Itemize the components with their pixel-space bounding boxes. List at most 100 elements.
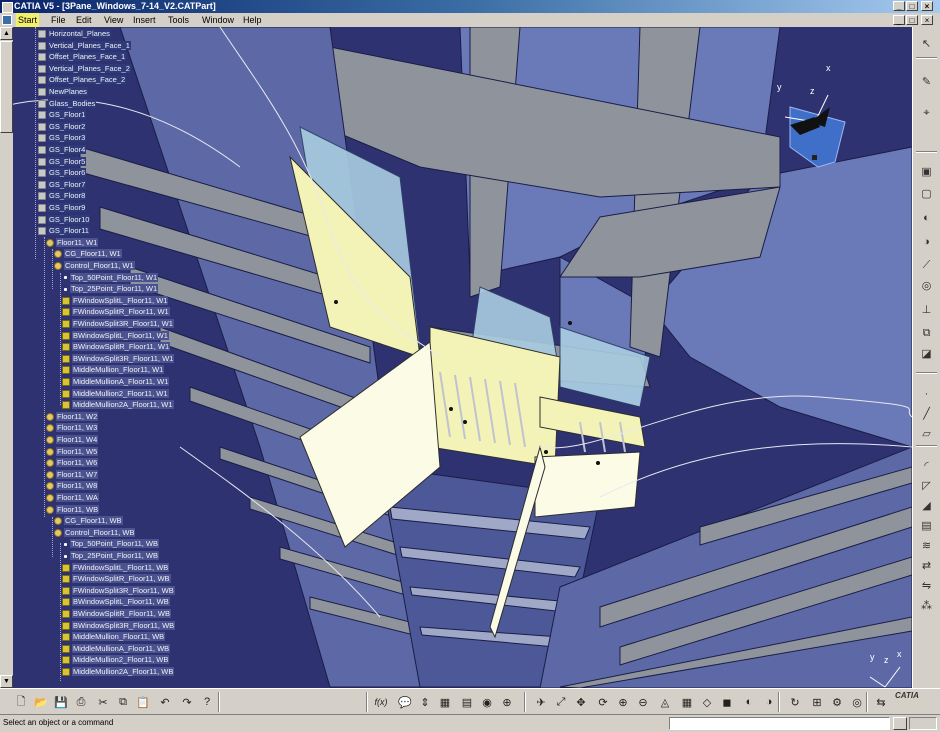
tree-node[interactable]: Floor11, W5 [46, 446, 99, 457]
mirror-icon[interactable]: ⇋ [918, 577, 935, 594]
shaft-icon[interactable]: ◐ [918, 209, 935, 226]
doc-restore-button[interactable]: □ [906, 15, 918, 25]
tree-node[interactable]: Floor11, WA [46, 492, 99, 503]
tree-node[interactable]: GS_Floor6 [38, 167, 87, 178]
scroll-down-icon[interactable]: ▼ [0, 675, 13, 688]
update-icon[interactable]: ↻ [786, 693, 804, 711]
tree-node[interactable]: BWindowSplitL_Floor11, W1 [62, 330, 169, 341]
chamfer-icon[interactable]: ◸ [918, 477, 935, 494]
tree-node[interactable]: Floor11, W4 [46, 434, 99, 445]
menu-view[interactable]: View [102, 13, 125, 27]
cut-icon[interactable]: ✂ [94, 693, 112, 711]
tree-node[interactable]: GS_Floor7 [38, 179, 87, 190]
undo-icon[interactable]: ↶ [156, 693, 174, 711]
tree-node[interactable]: FWindowSplitR_Floor11, WB [62, 573, 171, 584]
tree-node[interactable]: MiddleMullion2A_Floor11, WB [62, 666, 175, 677]
tree-node[interactable]: Floor11, W6 [46, 457, 99, 468]
tree-node[interactable]: Vertical_Planes_Face_2 [38, 63, 131, 74]
tree-node[interactable]: FWindowSplitL_Floor11, W1 [62, 295, 169, 306]
tree-node[interactable]: FWindowSplit3R_Floor11, WB [62, 585, 175, 596]
tree-node[interactable]: Floor11, W2 [46, 411, 99, 422]
tree-node[interactable]: GS_Floor1 [38, 109, 87, 120]
print-icon[interactable]: ⎙ [72, 693, 90, 711]
line-icon[interactable]: ╱ [918, 405, 935, 422]
sketch-icon[interactable]: ✎ [918, 73, 935, 90]
tree-node[interactable]: Horizontal_Planes [38, 28, 111, 39]
tree-node[interactable]: Top_25Point_Floor11, W1 [62, 283, 159, 294]
stiffener-icon[interactable]: ⊥ [918, 301, 935, 318]
doc-close-button[interactable]: × [921, 15, 933, 25]
select-arrow-icon[interactable]: ↖ [918, 35, 935, 52]
knowledge-icon[interactable]: 💬 [396, 693, 414, 711]
draft-icon[interactable]: ◢ [918, 497, 935, 514]
catia-app-icon[interactable] [2, 2, 13, 13]
maximize-button[interactable]: □ [906, 1, 918, 11]
command-history-button[interactable] [893, 717, 907, 730]
normal-view-icon[interactable]: ◬ [656, 693, 674, 711]
tree-node[interactable]: BWindowSplit3R_Floor11, W1 [62, 353, 175, 364]
tree-node[interactable]: MiddleMullion2A_Floor11, W1 [62, 399, 174, 410]
tree-node[interactable]: Top_25Point_Floor11, WB [62, 550, 159, 561]
command-input[interactable] [669, 717, 890, 730]
tree-node[interactable]: GS_Floor3 [38, 132, 87, 143]
multi-section-icon[interactable]: ⧉ [918, 325, 935, 342]
tree-node[interactable]: NewPlanes [38, 86, 88, 97]
tree-node[interactable]: MiddleMullionA_Floor11, W1 [62, 376, 170, 387]
save-icon[interactable]: 💾 [52, 693, 70, 711]
pocket-icon[interactable]: ▢ [918, 185, 935, 202]
tree-node[interactable]: GS_Floor4 [38, 144, 87, 155]
rib-icon[interactable]: ⟋ [918, 257, 935, 274]
hide-show-icon[interactable]: ◐ [740, 693, 758, 711]
iso-view-icon[interactable]: ◇ [698, 693, 716, 711]
quick-view-icon[interactable]: ▦ [678, 693, 696, 711]
tree-node[interactable]: Floor11, W8 [46, 480, 99, 491]
menu-start[interactable]: Start [16, 13, 40, 27]
tree-node[interactable]: Control_Floor11, WB [54, 527, 136, 538]
plane-icon[interactable]: ▱ [918, 425, 935, 442]
tree-node[interactable]: Floor11, W7 [46, 469, 99, 480]
tree-node[interactable]: GS_Floor2 [38, 121, 87, 132]
swap-visible-icon[interactable]: ◑ [760, 693, 778, 711]
document-menu-icon[interactable] [2, 15, 12, 25]
new-icon[interactable]: 🗋 [12, 693, 30, 711]
menu-file[interactable]: File [49, 13, 68, 27]
tree-node[interactable]: Offset_Planes_Face_2 [38, 74, 127, 85]
tree-node[interactable]: FWindowSplitL_Floor11, WB [62, 562, 170, 573]
close-button[interactable]: × [921, 1, 933, 11]
tree-node[interactable]: Floor11, WB [46, 504, 100, 515]
redo-icon[interactable]: ↷ [178, 693, 196, 711]
tree-node[interactable]: GS_Floor10 [38, 214, 91, 225]
measure-icon[interactable]: ⊕ [498, 693, 516, 711]
assembly-icon[interactable]: ⚙ [828, 693, 846, 711]
tree-node[interactable]: Offset_Planes_Face_1 [38, 51, 127, 62]
tree-node[interactable]: CG_Floor11, WB [54, 515, 123, 526]
tree-node[interactable]: MiddleMullion_Floor11, W1 [62, 364, 165, 375]
tree-node[interactable]: BWindowSplitR_Floor11, WB [62, 608, 171, 619]
rotate-icon[interactable]: ⟳ [594, 693, 612, 711]
minimize-button[interactable]: _ [893, 1, 905, 11]
boolean-icon[interactable]: ⊞ [808, 693, 826, 711]
translate-icon[interactable]: ⇄ [918, 557, 935, 574]
3d-viewport[interactable]: x y z x y z Horizontal_Planes Vertical_Pl… [0, 27, 912, 688]
tree-node[interactable]: GS_Floor8 [38, 190, 87, 201]
paste-icon[interactable]: 📋 [134, 693, 152, 711]
split-body-icon[interactable]: ◪ [918, 345, 935, 362]
tree-node[interactable]: Control_Floor11, W1 [54, 260, 135, 271]
shell-icon[interactable]: ▤ [918, 517, 935, 534]
parameter-icon[interactable]: ⇕ [416, 693, 434, 711]
tree-node[interactable]: GS_Floor5 [38, 156, 87, 167]
tree-node[interactable]: Top_50Point_Floor11, W1 [62, 272, 159, 283]
tree-node[interactable]: MiddleMullion2_Floor11, WB [62, 654, 170, 665]
thread-icon[interactable]: ≋ [918, 537, 935, 554]
apply-material-icon[interactable]: ◉ [478, 693, 496, 711]
render-style-icon[interactable]: ◼ [718, 693, 736, 711]
tree-node[interactable]: Top_50Point_Floor11, WB [62, 538, 159, 549]
scroll-up-icon[interactable]: ▲ [0, 27, 13, 40]
whats-this-icon[interactable]: ? [198, 693, 216, 711]
sketch-analysis-icon[interactable]: ⌖ [918, 105, 935, 122]
tree-node[interactable]: Floor11, W3 [46, 422, 99, 433]
fit-all-icon[interactable]: ⤢ [552, 693, 570, 711]
copy-icon[interactable]: ⧉ [114, 693, 132, 711]
scroll-thumb[interactable] [0, 41, 13, 133]
tree-node[interactable]: MiddleMullion2_Floor11, W1 [62, 388, 169, 399]
